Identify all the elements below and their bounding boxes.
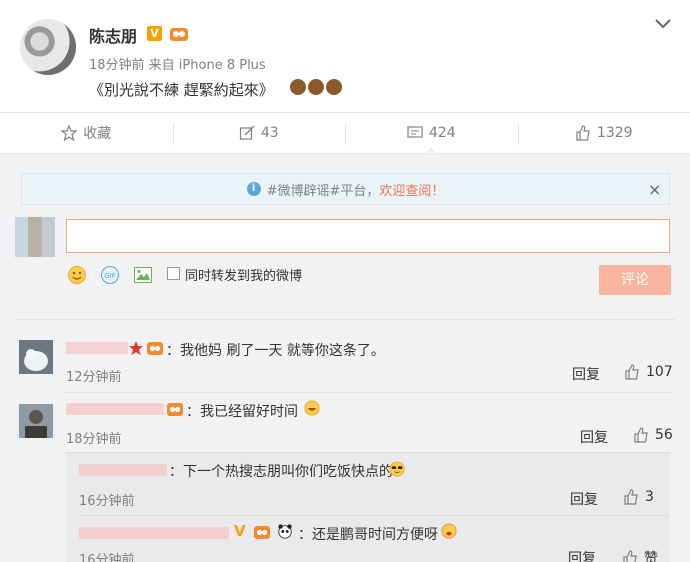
- reply-button[interactable]: 回复: [568, 548, 596, 562]
- image-icon[interactable]: [133, 265, 153, 285]
- caret-icon: [425, 148, 437, 155]
- svg-text:GIF: GIF: [104, 272, 116, 280]
- divider: [66, 392, 670, 393]
- emoji-icon[interactable]: [67, 265, 87, 285]
- replier-name[interactable]: [79, 464, 167, 476]
- repost-icon: [239, 125, 255, 140]
- comment-avatar[interactable]: [19, 340, 53, 374]
- reply-time: 16分钟前: [79, 553, 135, 562]
- comment-icon: [407, 126, 423, 138]
- fan-badge-icon: [254, 526, 270, 539]
- thumbs-up-icon: [624, 489, 638, 505]
- fan-badge-icon[interactable]: [169, 25, 189, 42]
- close-icon[interactable]: ×: [648, 180, 661, 199]
- thumbs-up-icon: [623, 550, 637, 562]
- doge-emoji-icon: [326, 79, 342, 95]
- reply-time: 16分钟前: [79, 494, 135, 509]
- post-text: 《別光說不練 趕緊約起來》: [89, 81, 274, 99]
- submit-comment-button[interactable]: 评论: [599, 265, 671, 295]
- repost-count: 43: [260, 125, 279, 141]
- fan-badge-icon: [167, 403, 183, 416]
- replier-name[interactable]: [79, 527, 229, 539]
- comment-like-button[interactable]: 56: [633, 427, 673, 443]
- laughing-emoji-icon: [304, 400, 320, 416]
- comment-count: 424: [428, 125, 456, 141]
- reply-text: ：还是鹏哥时间方便呀: [298, 527, 438, 543]
- panda-icon: [278, 524, 292, 539]
- thumbs-up-icon: [576, 125, 590, 141]
- reply-button[interactable]: 回复: [580, 427, 608, 447]
- notice-banner: i #微博辟谣#平台， 欢迎查阅！: [21, 173, 670, 205]
- star-icon: [61, 125, 78, 141]
- comment-time: 18分钟前: [66, 432, 122, 447]
- favorite-button[interactable]: 收藏: [0, 113, 173, 153]
- reply-like-count: 赞: [644, 551, 658, 562]
- reply-text: ：下一个热搜志朋叫你们吃饭快点的: [169, 464, 393, 480]
- forward-label: 同时转发到我的微博: [185, 269, 303, 284]
- reply-like-button[interactable]: 赞: [622, 548, 658, 562]
- chevron-down-icon[interactable]: [654, 18, 672, 30]
- author-avatar[interactable]: [20, 19, 76, 75]
- doge-emoji-icon: [290, 79, 306, 95]
- reply-button[interactable]: 回复: [570, 489, 598, 509]
- info-icon: i: [246, 182, 261, 196]
- reply-button[interactable]: 回复: [572, 364, 600, 384]
- comment-input[interactable]: [66, 219, 670, 253]
- comment-like-count: 56: [655, 427, 673, 443]
- verified-badge-icon[interactable]: V: [147, 26, 162, 41]
- notice-link[interactable]: 欢迎查阅！: [379, 180, 444, 199]
- fan-badge-icon: [147, 342, 163, 355]
- comment-time: 12分钟前: [66, 370, 122, 385]
- repost-button[interactable]: 43: [172, 113, 346, 153]
- post-header: 陈志朋 V 18分钟前 来自 iPhone 8 Plus 《別光說不練 趕緊約起…: [0, 0, 690, 112]
- comment-like-count: 107: [646, 364, 673, 380]
- verified-badge-icon: V: [234, 522, 246, 540]
- post-meta: 18分钟前 来自 iPhone 8 Plus: [89, 58, 266, 73]
- like-count: 1329: [596, 125, 633, 141]
- favorite-label: 收藏: [83, 126, 112, 142]
- sunglasses-emoji-icon: [389, 461, 405, 477]
- doge-emoji-icon: [308, 79, 324, 95]
- comment-text: ：我他妈 刷了一天 就等你这条了。: [166, 343, 385, 359]
- notice-text: #微博辟谣#平台，: [266, 183, 380, 199]
- embarrassed-emoji-icon: [441, 523, 457, 539]
- commenter-name[interactable]: [66, 403, 164, 415]
- comment-text: ：我已经留好时间: [186, 404, 298, 420]
- comment-like-button[interactable]: 107: [624, 364, 673, 380]
- author-name[interactable]: 陈志朋: [89, 23, 137, 47]
- comment-avatar[interactable]: [19, 404, 53, 438]
- action-bar: 收藏 43 424 1329: [0, 112, 690, 154]
- forward-checkbox[interactable]: [167, 267, 180, 280]
- emoji-row: [290, 79, 342, 95]
- gif-icon[interactable]: GIF: [100, 265, 120, 285]
- thumbs-up-icon: [634, 427, 648, 443]
- commenter-name[interactable]: [66, 342, 128, 354]
- thumbs-up-icon: [625, 364, 639, 380]
- reply-like-count: 3: [645, 489, 654, 505]
- like-button[interactable]: 1329: [517, 113, 690, 153]
- my-avatar: [15, 217, 55, 257]
- reply-like-button[interactable]: 3: [623, 489, 654, 505]
- divider: [79, 515, 670, 516]
- red-star-icon: [129, 341, 143, 355]
- divider: [15, 319, 675, 320]
- comment-button[interactable]: 424: [345, 113, 518, 153]
